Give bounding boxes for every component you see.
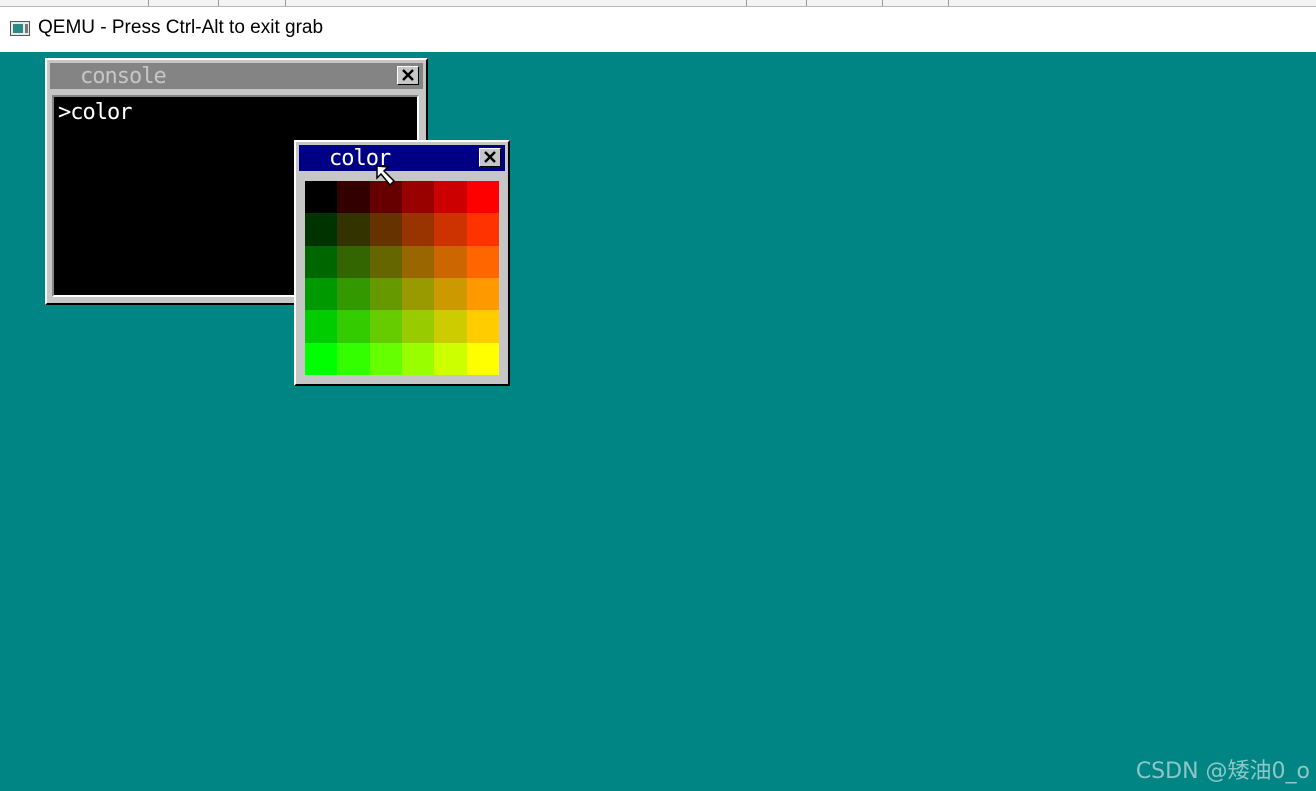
qemu-title-bar[interactable]: QEMU - Press Ctrl-Alt to exit grab [0,7,1316,52]
color-swatch [369,277,402,311]
color-swatch [466,310,499,343]
host-toolbar-strip [0,0,1316,7]
console-command-line: >color [58,100,132,125]
watermark: CSDN @矮油0_o [1135,759,1310,784]
strip-divider [948,0,949,6]
color-swatch [401,277,435,311]
color-swatch [305,181,338,214]
color-swatch [434,310,467,343]
color-swatch [337,310,370,343]
color-swatch [466,181,499,214]
color-swatch [401,181,435,214]
strip-divider [882,0,883,6]
color-swatch [305,342,338,375]
close-icon [484,151,496,163]
window-title: QEMU - Press Ctrl-Alt to exit grab [38,17,324,38]
close-icon [402,69,414,81]
color-swatch [305,310,338,343]
color-swatch [305,213,338,246]
color-swatch [401,342,435,375]
console-title-bar[interactable]: console [50,63,423,89]
guest-desktop[interactable]: console >color color CSDN @矮油0_o [0,52,1316,791]
color-swatch [337,277,370,311]
color-swatch [337,181,370,214]
strip-divider [218,0,219,6]
strip-divider [148,0,149,6]
color-swatch [369,342,402,375]
color-close-button[interactable] [479,148,501,167]
console-title: console [80,64,167,89]
mouse-pointer-icon [376,165,396,187]
color-swatch-grid [305,181,499,375]
color-swatch [369,213,402,246]
color-swatch [466,245,499,278]
color-swatch [401,310,435,343]
strip-divider [285,0,286,6]
color-swatch [434,245,467,278]
color-swatch [305,245,338,278]
color-title-bar[interactable]: color [299,145,505,171]
color-swatch [305,277,338,311]
strip-divider [806,0,807,6]
color-swatch [337,342,370,375]
color-swatch [434,181,467,214]
strip-divider [746,0,747,6]
color-swatch [369,310,402,343]
color-swatch [434,342,467,375]
color-swatch [401,245,435,278]
color-swatch [466,277,499,311]
color-swatch [337,213,370,246]
color-swatch [337,245,370,278]
color-swatch [434,277,467,311]
color-swatch [369,245,402,278]
qemu-app-icon [10,21,30,36]
color-swatch [434,213,467,246]
color-window[interactable]: color [294,140,510,386]
console-close-button[interactable] [397,66,419,85]
color-swatch [466,213,499,246]
color-swatch [466,342,499,375]
color-swatch [401,213,435,246]
